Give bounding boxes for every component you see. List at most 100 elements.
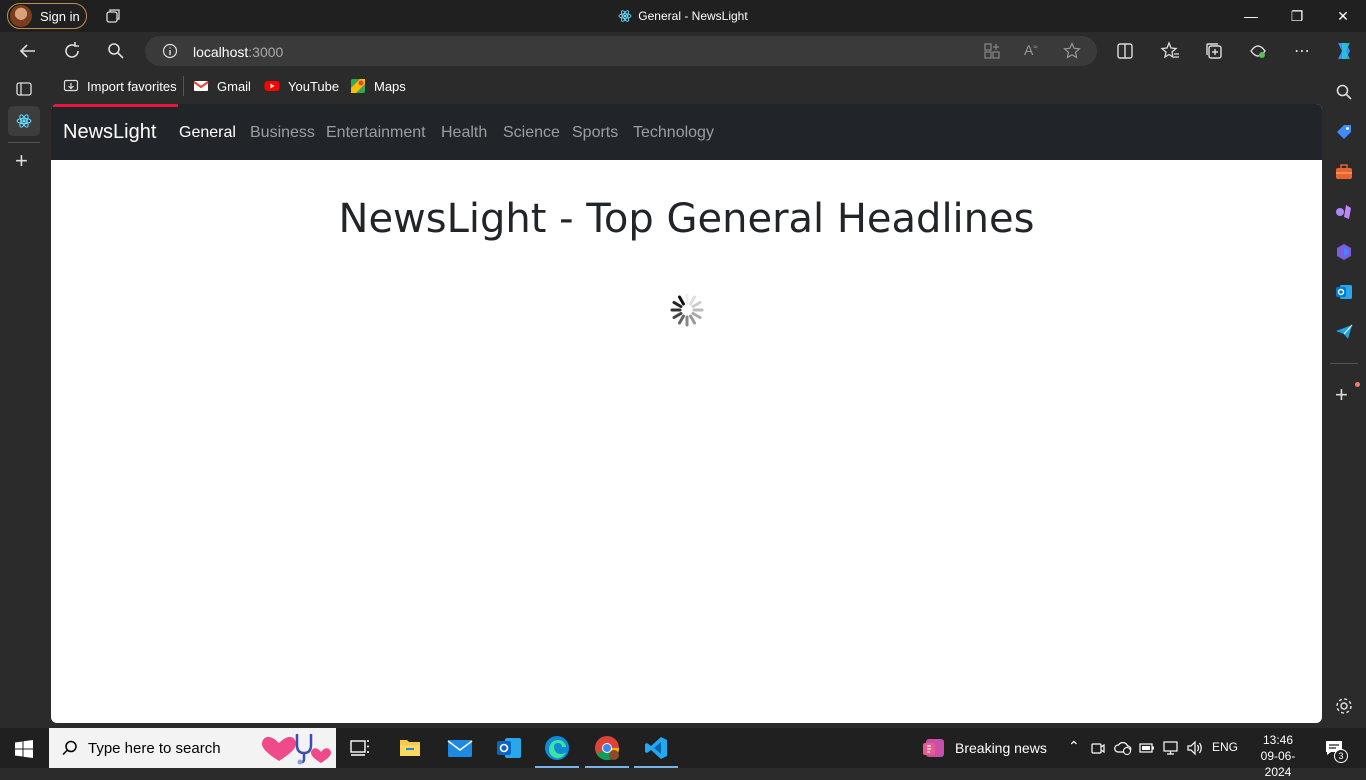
sidebar-add-icon[interactable]: + xyxy=(1335,384,1348,406)
tab-actions-icon[interactable] xyxy=(15,80,33,98)
favorite-label: Import favorites xyxy=(87,78,177,94)
taskbar-search-placeholder: Type here to search xyxy=(88,739,221,757)
browser-toolbar: localhost:3000 A≈ ⋯ xyxy=(0,32,1366,70)
settings-more-icon[interactable]: ⋯ xyxy=(1290,39,1314,63)
tools-briefcase-icon[interactable] xyxy=(1334,162,1354,182)
sidebar-divider xyxy=(1330,363,1358,364)
favorite-gmail[interactable]: Gmail xyxy=(193,77,251,95)
address-bar[interactable]: localhost:3000 A≈ xyxy=(145,36,1097,66)
app-brand[interactable]: NewsLight xyxy=(63,121,156,144)
show-hidden-icons-chevron-icon[interactable]: ⌃ xyxy=(1068,738,1080,755)
microsoft-365-icon[interactable] xyxy=(1334,242,1354,262)
chrome-taskbar-app[interactable] xyxy=(583,728,631,768)
search-icon[interactable] xyxy=(104,39,128,63)
favorites-icon[interactable] xyxy=(1158,39,1182,63)
collections-icon[interactable] xyxy=(1202,39,1226,63)
battery-icon[interactable] xyxy=(1139,742,1155,754)
page-heading: NewsLight - Top General Headlines xyxy=(338,196,1035,242)
maps-icon xyxy=(351,79,365,93)
vscode-taskbar-app[interactable] xyxy=(632,728,680,768)
restore-button[interactable]: ❐ xyxy=(1274,0,1320,32)
clock-date: 09-06-2024 xyxy=(1260,749,1296,779)
title-bar: Sign in General - NewsLight — ❐ ✕ xyxy=(0,0,1366,32)
back-icon[interactable] xyxy=(16,39,40,63)
favorites-separator xyxy=(183,76,184,96)
task-view-icon[interactable] xyxy=(336,728,384,768)
favorite-youtube[interactable]: YouTube xyxy=(264,77,339,95)
performance-icon[interactable] xyxy=(1246,39,1270,63)
windows-taskbar: Type here to search Breaking news ⌃ ENG … xyxy=(0,728,1366,779)
windows-start-icon[interactable] xyxy=(15,740,33,758)
url-host: localhost xyxy=(193,44,249,60)
onedrive-sync-icon[interactable] xyxy=(1114,740,1132,756)
games-icon[interactable] xyxy=(1334,202,1354,222)
refresh-icon[interactable] xyxy=(60,39,84,63)
react-tab-icon xyxy=(16,114,32,128)
send-telegram-icon[interactable] xyxy=(1334,322,1354,342)
mail-icon[interactable] xyxy=(436,728,484,768)
gmail-icon xyxy=(193,81,209,91)
app-navbar: NewsLight General Business Entertainment… xyxy=(51,104,1322,160)
url-port: :3000 xyxy=(248,44,284,60)
favorite-maps[interactable]: Maps xyxy=(350,77,406,95)
close-button[interactable]: ✕ xyxy=(1320,0,1366,32)
taskbar-search-icon xyxy=(62,740,77,756)
favorite-label: Gmail xyxy=(217,78,251,94)
news-widget-label: Breaking news xyxy=(955,740,1047,756)
sidebar-search-icon[interactable] xyxy=(1334,82,1354,102)
import-favorites-icon xyxy=(63,79,79,92)
split-screen-icon[interactable] xyxy=(1113,39,1137,63)
network-icon[interactable] xyxy=(1162,740,1180,756)
nav-link-sports[interactable]: Sports xyxy=(572,124,618,142)
copilot-icon[interactable] xyxy=(1332,39,1356,63)
favorite-label: YouTube xyxy=(288,78,340,94)
active-tab-indicator xyxy=(53,104,178,107)
file-explorer-icon[interactable] xyxy=(386,728,434,768)
search-highlight-health-icon xyxy=(261,734,331,765)
edge-sidebar: + xyxy=(1322,70,1366,728)
shopping-tag-icon[interactable] xyxy=(1334,122,1354,142)
youtube-icon xyxy=(264,81,280,91)
window-title-text: General - NewsLight xyxy=(638,9,748,23)
chrome-taskbar-icon xyxy=(595,736,620,761)
nav-link-science[interactable]: Science xyxy=(503,124,560,142)
minimize-button[interactable]: — xyxy=(1228,0,1274,32)
news-widget[interactable]: Breaking news xyxy=(922,737,1047,759)
nav-link-entertainment[interactable]: Entertainment xyxy=(326,124,426,142)
nav-link-business[interactable]: Business xyxy=(250,124,315,142)
active-tab[interactable] xyxy=(8,106,40,136)
outlook-taskbar-icon[interactable] xyxy=(485,728,533,768)
edge-taskbar-icon xyxy=(545,736,569,760)
meet-now-icon[interactable] xyxy=(1091,741,1105,755)
favorite-label: Maps xyxy=(374,78,406,94)
nav-link-general[interactable]: General xyxy=(179,124,236,142)
nav-link-health[interactable]: Health xyxy=(441,124,487,142)
url-text: localhost:3000 xyxy=(193,44,283,60)
favorite-star-icon[interactable] xyxy=(1063,42,1081,60)
taskbar-search-box[interactable]: Type here to search xyxy=(49,728,336,768)
edge-taskbar-app[interactable] xyxy=(533,728,581,768)
nav-link-technology[interactable]: Technology xyxy=(633,124,714,142)
read-aloud-icon[interactable]: A≈ xyxy=(1024,42,1038,58)
language-indicator[interactable]: ENG xyxy=(1212,740,1238,754)
loading-spinner-icon xyxy=(670,293,704,327)
clock[interactable]: 13:46 09-06-2024 xyxy=(1248,732,1308,780)
favorites-bar: Import favorites Gmail YouTube Maps xyxy=(50,70,1322,102)
notification-count-badge: 3 xyxy=(1334,749,1348,763)
favorite-import-favorites[interactable]: Import favorites xyxy=(63,77,177,95)
react-favicon-icon xyxy=(618,10,632,22)
new-tab-plus-icon[interactable]: + xyxy=(15,150,28,172)
vertical-tab-strip: + xyxy=(0,70,50,728)
volume-icon[interactable] xyxy=(1186,740,1204,756)
window-title: General - NewsLight xyxy=(0,9,1366,23)
site-info-icon[interactable] xyxy=(162,43,178,59)
news-widget-icon xyxy=(923,739,944,757)
tab-divider xyxy=(8,142,40,143)
outlook-icon[interactable] xyxy=(1334,282,1354,302)
clock-time: 13:46 xyxy=(1262,733,1294,747)
notification-dot xyxy=(1355,382,1360,387)
app-available-icon[interactable] xyxy=(983,42,1001,60)
web-page: NewsLight General Business Entertainment… xyxy=(51,104,1322,723)
sidebar-settings-gear-icon[interactable] xyxy=(1334,696,1354,716)
vscode-taskbar-icon xyxy=(645,737,667,759)
